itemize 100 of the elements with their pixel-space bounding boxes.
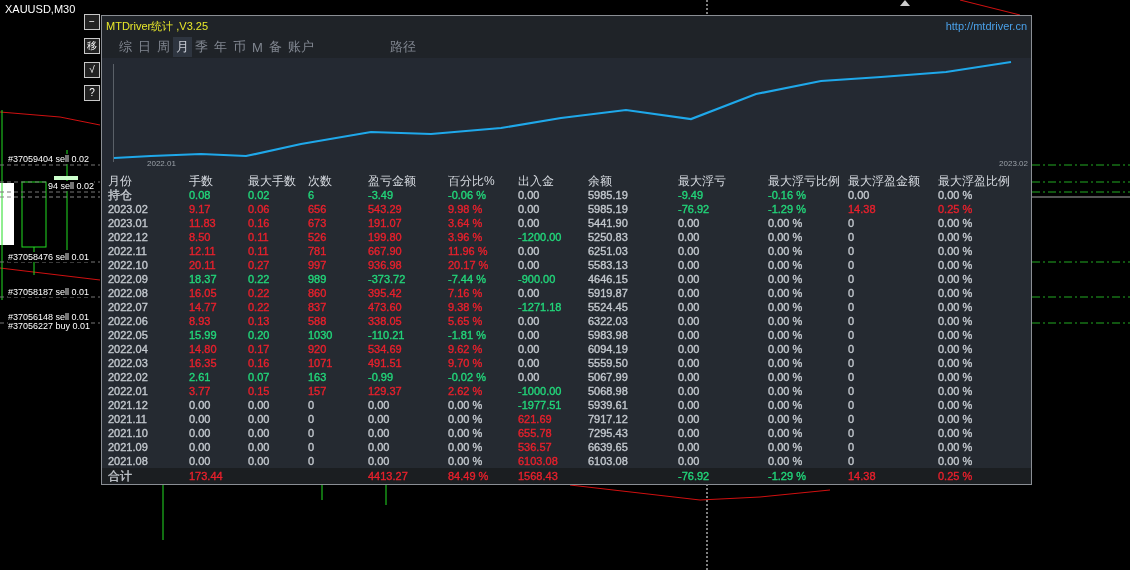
table-cell: 0.00 % <box>938 384 973 398</box>
table-cell: 9.62 % <box>448 342 483 356</box>
table-cell: 0.16 <box>248 356 270 370</box>
table-cell: 0 <box>848 370 855 384</box>
table-cell: 0.11 <box>248 230 269 244</box>
panel-button[interactable]: − <box>84 14 100 30</box>
table-cell: 0.00 <box>518 216 540 230</box>
table-cell: 0.00 % <box>938 258 973 272</box>
table-cell: 2022.05 <box>108 328 148 342</box>
table-cell: 0.00 % <box>938 342 973 356</box>
table-cell: 0.00 % <box>448 440 483 454</box>
tab[interactable]: 月 <box>173 37 192 58</box>
table-cell: 0.00 <box>518 258 540 272</box>
table-cell: 0.00 % <box>448 454 483 468</box>
table-cell: 2021.11 <box>108 412 147 426</box>
table-cell: 2022.02 <box>108 370 148 384</box>
table-cell: 2022.12 <box>108 230 148 244</box>
table-cell: 0.00 % <box>938 300 973 314</box>
column-header: 月份 <box>108 174 133 188</box>
table-cell: -1.29 % <box>768 202 806 216</box>
table-cell: 0.08 <box>189 188 211 202</box>
panel-button[interactable]: ? <box>84 85 100 101</box>
table-cell: 997 <box>308 258 327 272</box>
table-cell: 7295.43 <box>588 426 628 440</box>
table-cell: 0.00 % <box>938 440 973 454</box>
tab[interactable]: 路径 <box>386 37 419 58</box>
table-cell: 2022.11 <box>108 244 147 258</box>
tab[interactable]: 币 <box>230 37 249 58</box>
table-cell: 8.93 <box>189 314 211 328</box>
table-cell: 129.37 <box>368 384 402 398</box>
moving-average-line <box>959 0 1021 16</box>
table-cell: 0.00 <box>678 244 700 258</box>
tab[interactable]: 季 <box>192 37 211 58</box>
table-cell: 14.38 <box>848 202 876 216</box>
table-cell: 0 <box>848 342 855 356</box>
table-cell: 0.00 % <box>768 328 803 342</box>
table-cell: 0.00 <box>518 188 540 202</box>
table-cell: 20.11 <box>189 258 216 272</box>
table-cell: 0.00 <box>518 356 540 370</box>
tab[interactable]: M <box>249 38 266 56</box>
table-cell: 0.00 <box>518 314 540 328</box>
table-cell: 0.00 % <box>938 370 973 384</box>
table-cell: 0.00 <box>518 244 540 258</box>
table-cell: 338.05 <box>368 314 402 328</box>
table-cell: 0.00 <box>678 454 700 468</box>
table-cell: 0 <box>848 454 855 468</box>
table-cell: 9.38 % <box>448 300 483 314</box>
table-cell: 6322.03 <box>588 314 628 328</box>
column-header: 手数 <box>189 174 214 188</box>
table-cell: 0 <box>848 314 855 328</box>
table-cell: 0.00 <box>678 356 700 370</box>
column-header: 出入金 <box>518 174 555 188</box>
panel-button[interactable]: 移 <box>84 38 100 54</box>
table-cell: 0.00 <box>678 342 700 356</box>
table-cell: 0 <box>308 440 315 454</box>
table-cell: 0.00 % <box>768 258 803 272</box>
tab[interactable]: 账户 <box>284 37 317 58</box>
table-cell: 持仓 <box>108 188 132 202</box>
table-cell: 2021.10 <box>108 426 148 440</box>
table-cell: 0.00 <box>678 272 700 286</box>
table-cell: 0.00 <box>678 300 700 314</box>
table-cell: 860 <box>308 286 327 300</box>
table-cell: 0.22 <box>248 300 270 314</box>
panel-button[interactable]: √ <box>84 62 100 78</box>
column-header: 次数 <box>308 174 333 188</box>
table-cell: 0.13 <box>248 314 270 328</box>
table-cell: 5983.98 <box>588 328 628 342</box>
table-cell: 781 <box>308 244 327 258</box>
table-cell: 0.00 <box>678 328 700 342</box>
table-cell: 0.02 <box>248 188 270 202</box>
table-cell: 0.00 <box>189 454 211 468</box>
table-cell: -76.92 <box>678 469 710 483</box>
tab[interactable]: 日 <box>135 37 154 58</box>
table-cell: 0 <box>848 440 855 454</box>
table-cell: 0.00 <box>189 440 211 454</box>
order-label: #37056227 buy 0.01 <box>8 321 91 331</box>
table-cell: 6094.19 <box>588 342 628 356</box>
website-link[interactable]: http://mtdriver.cn <box>945 20 1027 33</box>
tab[interactable]: 周 <box>154 37 173 58</box>
table-cell: -1.81 % <box>448 328 486 342</box>
table-cell: 0.00 % <box>938 314 973 328</box>
table-cell: 5441.90 <box>588 216 628 230</box>
tab[interactable]: 综 <box>116 37 135 58</box>
table-cell: 1568.43 <box>518 469 558 483</box>
table-cell: 0.00 % <box>938 356 973 370</box>
table-cell: 0.07 <box>248 370 270 384</box>
table-cell: -110.21 <box>368 328 405 342</box>
table-cell: 0.00 <box>678 440 700 454</box>
table-cell: 0.00 % <box>938 244 973 258</box>
table-cell: 0 <box>848 384 855 398</box>
table-cell: 2022.08 <box>108 286 148 300</box>
table-cell: 0.00 % <box>938 188 973 202</box>
table-cell: 0.00 % <box>768 426 803 440</box>
tab[interactable]: 年 <box>211 37 230 58</box>
table-cell: 667.90 <box>368 244 402 258</box>
table-cell: 0.15 <box>248 384 270 398</box>
table-cell: 11.96 % <box>448 244 488 258</box>
tab[interactable]: 备 <box>265 37 285 58</box>
table-cell: 0.00 % <box>938 412 973 426</box>
table-cell: 0 <box>308 454 315 468</box>
